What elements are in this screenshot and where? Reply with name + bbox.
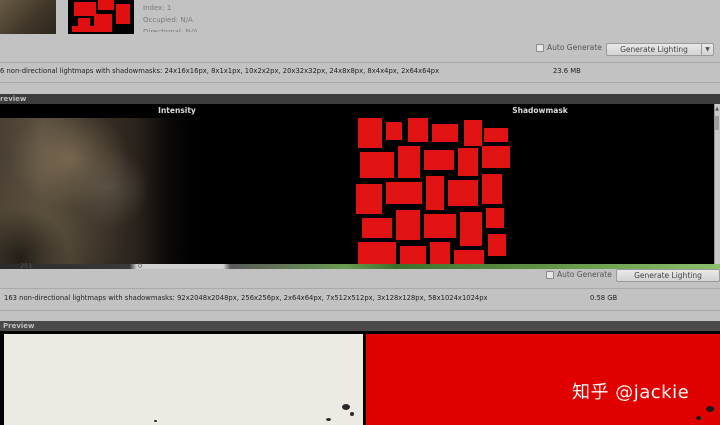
lightmap-summary: 163 non-directional lightmaps with shado… [4, 294, 488, 302]
generate-lighting-label: Generate Lighting [634, 271, 702, 280]
generate-lighting-button[interactable]: Generate Lighting [616, 269, 720, 282]
divider [0, 288, 720, 289]
auto-generate-label: Auto Generate [557, 270, 612, 279]
scrollbar-thumb[interactable] [715, 116, 719, 130]
watermark: 知乎 @jackie [572, 382, 690, 403]
lightmap-thumbnail-intensity[interactable] [0, 0, 56, 34]
intensity-header: Intensity [158, 106, 196, 115]
shadowmask-header: Shadowmask [512, 106, 568, 115]
shadowmask-texture [356, 118, 516, 264]
generate-lighting-label: Generate Lighting [620, 45, 688, 54]
auto-generate-checkbox[interactable] [546, 270, 554, 279]
cut-number: 251 [20, 262, 33, 270]
divider [0, 62, 720, 63]
value-field[interactable]: 0 [138, 262, 142, 270]
index-label: Index: 1 [143, 4, 172, 12]
lightmap-size: 0.58 GB [590, 294, 618, 302]
auto-generate-toggle[interactable]: Auto Generate [536, 43, 602, 52]
lightmap-size: 23.6 MB [553, 67, 581, 75]
scene-strip [0, 264, 720, 269]
occupied-label: Occupied: N/A [143, 16, 193, 24]
dropdown-arrow-icon[interactable]: ▼ [701, 44, 713, 55]
auto-generate-toggle[interactable]: Auto Generate [546, 270, 612, 279]
scroll-up-arrow-icon[interactable]: ▲ [714, 104, 720, 114]
intensity-texture [0, 118, 354, 264]
lightmap-inspector: Index: 1 Occupied: N/A Directional: N/A … [0, 0, 720, 425]
directional-label: Directional: N/A [143, 28, 198, 32]
lightmap-thumbnail-shadowmask[interactable] [68, 0, 134, 34]
lightmap-info-panel-2: Auto Generate Generate Lighting 163 non-… [0, 264, 720, 319]
generate-lighting-button[interactable]: Generate Lighting ▼ [606, 43, 714, 56]
preview-header[interactable]: review [0, 94, 720, 104]
divider [0, 82, 720, 83]
lightmap-summary: 6 non-directional lightmaps with shadowm… [0, 67, 440, 75]
auto-generate-label: Auto Generate [547, 43, 602, 52]
auto-generate-checkbox[interactable] [536, 43, 544, 52]
preview-header[interactable]: Preview [0, 321, 720, 331]
lightmap-info-panel: Index: 1 Occupied: N/A Directional: N/A … [0, 0, 720, 92]
divider [0, 310, 720, 311]
preview-canvas: Intensity Shadowmask [0, 104, 714, 264]
intensity-texture [4, 334, 363, 425]
lightmap-details: Index: 1 Occupied: N/A Directional: N/A [143, 2, 198, 32]
